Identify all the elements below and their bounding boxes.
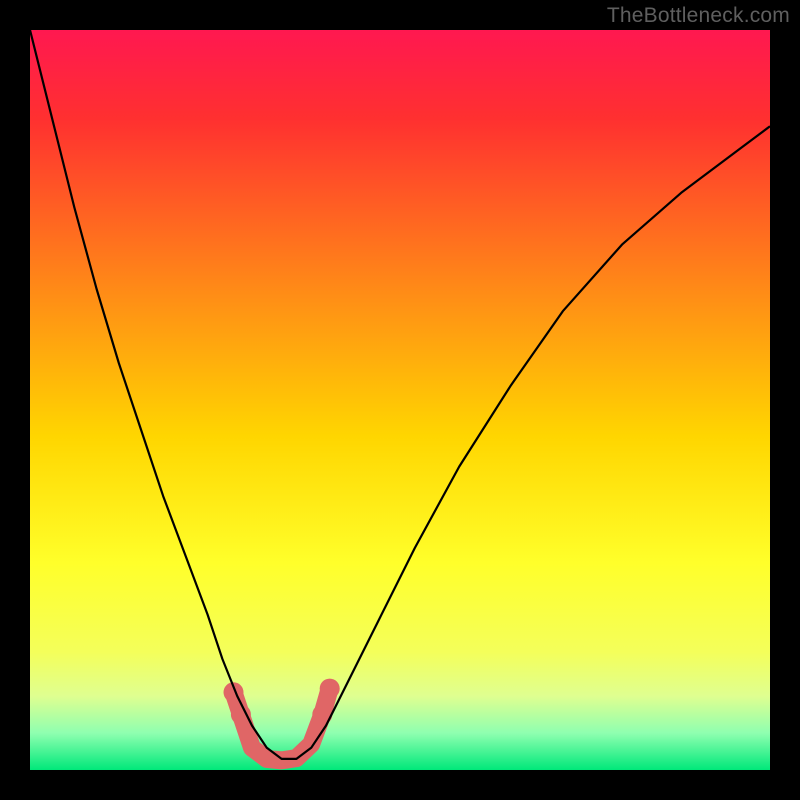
highlight-bead bbox=[320, 679, 340, 699]
watermark-text: TheBottleneck.com bbox=[607, 4, 790, 28]
highlight-bead bbox=[231, 705, 251, 725]
highlight-bead bbox=[312, 705, 332, 725]
plot-area bbox=[30, 30, 770, 770]
chart-frame: TheBottleneck.com bbox=[0, 0, 800, 800]
gradient-background bbox=[30, 30, 770, 770]
chart-svg bbox=[30, 30, 770, 770]
